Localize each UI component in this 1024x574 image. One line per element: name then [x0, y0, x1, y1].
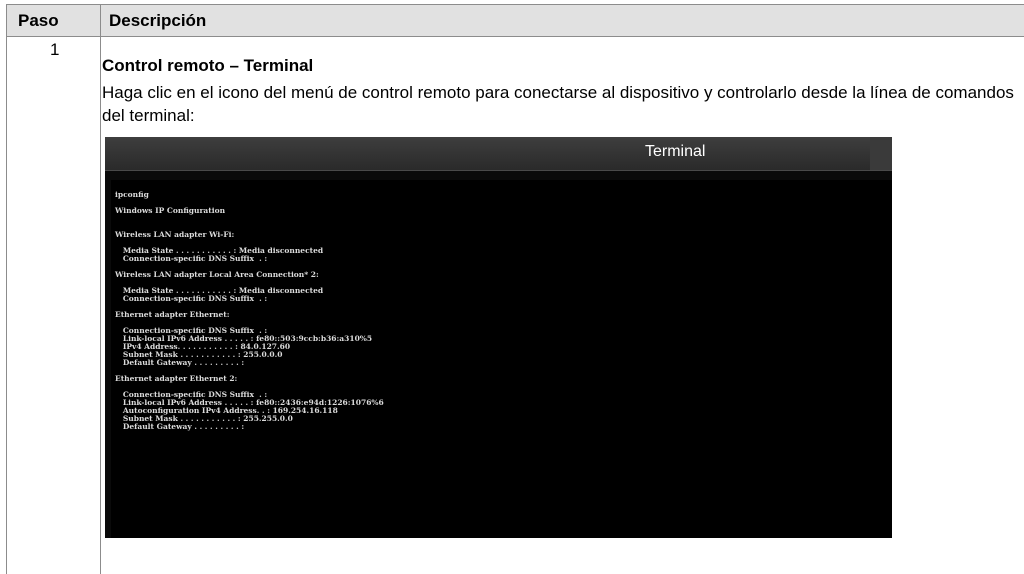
titlebar-end — [870, 137, 892, 170]
step-description: Haga clic en el icono del menú de contro… — [102, 83, 1014, 125]
header-description: Descripción — [109, 11, 207, 30]
terminal-output: ipconfig Windows IP Configuration Wirele… — [115, 190, 384, 431]
table-header: Paso Descripción — [7, 5, 1024, 37]
step-title: Control remoto – Terminal — [102, 56, 314, 75]
column-divider — [100, 5, 101, 574]
terminal-console[interactable]: ipconfig Windows IP Configuration Wirele… — [111, 180, 892, 538]
terminal-window-title: Terminal — [645, 143, 706, 160]
header-step: Paso — [18, 11, 59, 30]
terminal-window[interactable]: Terminal ipconfig Windows IP Configurati… — [105, 137, 892, 538]
step-number: 1 — [50, 40, 60, 59]
terminal-titlebar[interactable]: Terminal — [105, 137, 892, 171]
